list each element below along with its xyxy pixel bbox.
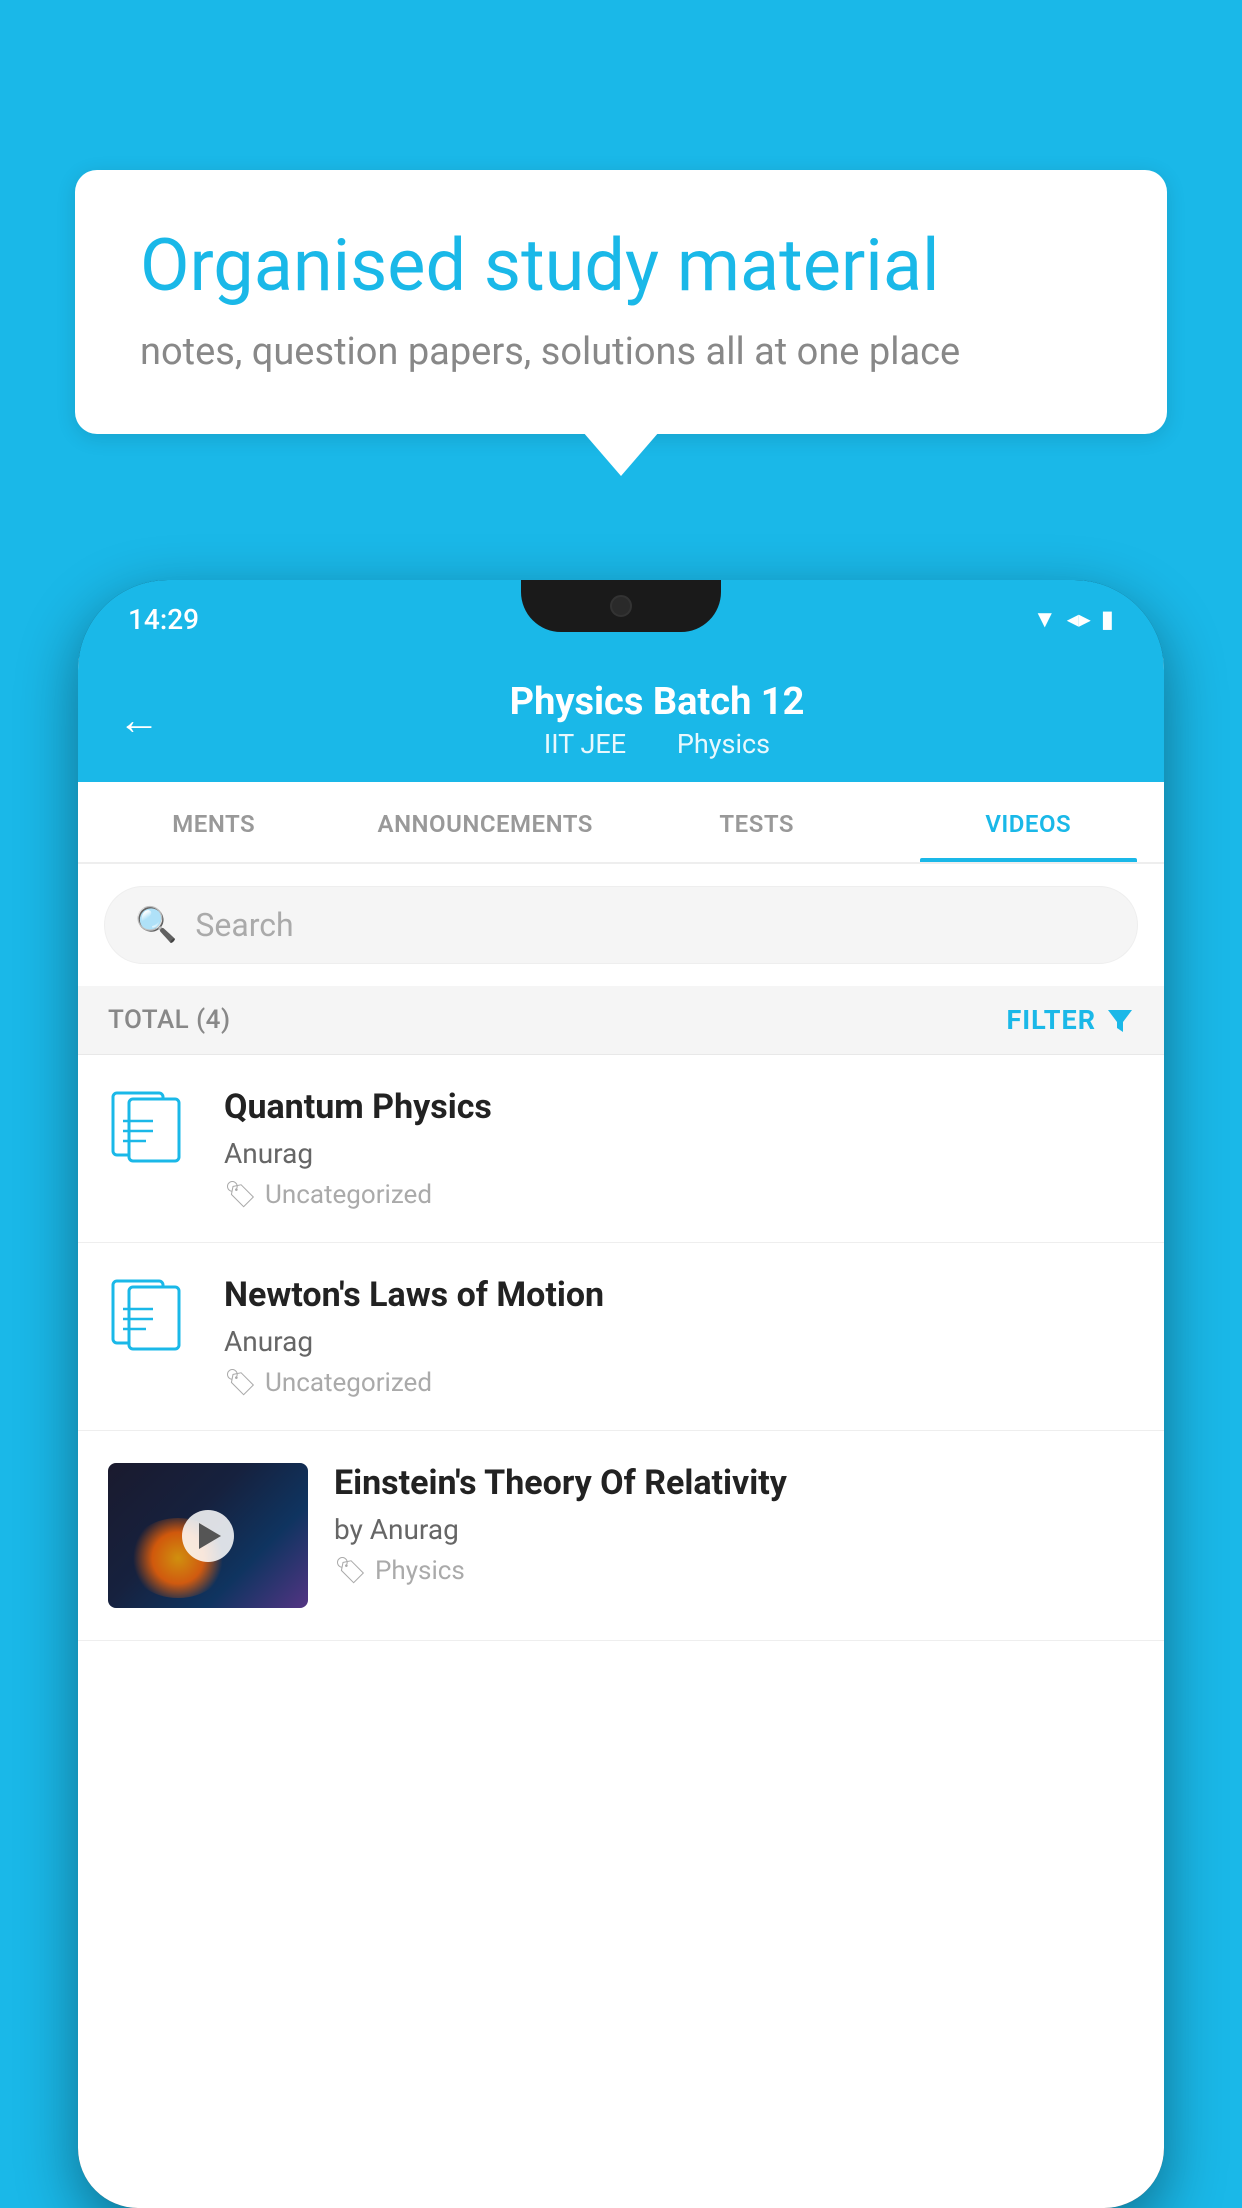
app-header: ← Physics Batch 12 IIT JEE Physics — [78, 658, 1164, 782]
tab-tests[interactable]: TESTS — [621, 782, 893, 862]
tab-videos[interactable]: VIDEOS — [893, 782, 1165, 862]
search-input[interactable]: Search — [195, 906, 293, 944]
subtitle-physics: Physics — [677, 728, 770, 760]
video-title-1: Quantum Physics — [224, 1087, 1134, 1127]
search-container: 🔍 Search — [78, 864, 1164, 986]
tab-ments[interactable]: MENTS — [78, 782, 350, 862]
phone-notch — [521, 580, 721, 632]
file-icon-1 — [108, 1091, 198, 1181]
back-button[interactable]: ← — [118, 696, 160, 745]
bubble-title: Organised study material — [140, 225, 1102, 308]
status-bar: 14:29 ▼ ◂▸ ▮ — [78, 580, 1164, 658]
speech-bubble: Organised study material notes, question… — [75, 170, 1167, 434]
bubble-subtitle: notes, question papers, solutions all at… — [140, 330, 1102, 374]
video-info-1: Quantum Physics Anurag 🏷 Uncategorized — [224, 1087, 1134, 1210]
batch-subtitle: IIT JEE Physics — [190, 728, 1124, 760]
video-tag-3: 🏷 Physics — [334, 1556, 1134, 1586]
video-info-3: Einstein's Theory Of Relativity by Anura… — [334, 1463, 1134, 1586]
wifi-icon: ▼ — [1033, 605, 1057, 634]
list-item[interactable]: Quantum Physics Anurag 🏷 Uncategorized — [78, 1055, 1164, 1243]
tag-icon-1: 🏷 — [224, 1180, 257, 1210]
tag-label-3: Physics — [375, 1556, 465, 1586]
tabs-bar: MENTS ANNOUNCEMENTS TESTS VIDEOS — [78, 782, 1164, 864]
subtitle-iit: IIT JEE — [544, 728, 626, 760]
play-icon — [199, 1523, 221, 1549]
battery-icon: ▮ — [1101, 605, 1114, 633]
filter-button[interactable]: FILTER — [1006, 1004, 1134, 1036]
video-tag-2: 🏷 Uncategorized — [224, 1368, 1134, 1398]
camera — [610, 595, 632, 617]
filter-label: FILTER — [1006, 1004, 1096, 1036]
filter-funnel-icon — [1106, 1006, 1134, 1034]
play-button[interactable] — [182, 1510, 234, 1562]
total-count: TOTAL (4) — [108, 1005, 231, 1035]
video-thumbnail-3 — [108, 1463, 308, 1608]
search-bar[interactable]: 🔍 Search — [104, 886, 1138, 964]
phone-screen: ← Physics Batch 12 IIT JEE Physics MENTS… — [78, 658, 1164, 2208]
file-icon-2 — [108, 1279, 198, 1369]
video-title-3: Einstein's Theory Of Relativity — [334, 1463, 1134, 1503]
video-info-2: Newton's Laws of Motion Anurag 🏷 Uncateg… — [224, 1275, 1134, 1398]
list-item[interactable]: Newton's Laws of Motion Anurag 🏷 Uncateg… — [78, 1243, 1164, 1431]
tab-announcements[interactable]: ANNOUNCEMENTS — [350, 782, 622, 862]
tag-label-1: Uncategorized — [265, 1180, 432, 1210]
batch-title: Physics Batch 12 — [190, 680, 1124, 724]
status-icons: ▼ ◂▸ ▮ — [1033, 605, 1114, 634]
video-tag-1: 🏷 Uncategorized — [224, 1180, 1134, 1210]
filter-bar: TOTAL (4) FILTER — [78, 986, 1164, 1055]
search-icon: 🔍 — [135, 905, 177, 945]
tag-icon-3: 🏷 — [334, 1556, 367, 1586]
video-author-3: by Anurag — [334, 1513, 1134, 1546]
video-author-2: Anurag — [224, 1325, 1134, 1358]
phone-frame: 14:29 ▼ ◂▸ ▮ ← Physics Batch 12 IIT JEE … — [78, 580, 1164, 2208]
header-title-block: Physics Batch 12 IIT JEE Physics — [190, 680, 1124, 760]
video-title-2: Newton's Laws of Motion — [224, 1275, 1134, 1315]
video-author-1: Anurag — [224, 1137, 1134, 1170]
list-item[interactable]: Einstein's Theory Of Relativity by Anura… — [78, 1431, 1164, 1641]
signal-icon: ◂▸ — [1067, 605, 1091, 633]
video-list: Quantum Physics Anurag 🏷 Uncategorized — [78, 1055, 1164, 1641]
tag-label-2: Uncategorized — [265, 1368, 432, 1398]
tag-icon-2: 🏷 — [224, 1368, 257, 1398]
status-time: 14:29 — [128, 603, 199, 636]
